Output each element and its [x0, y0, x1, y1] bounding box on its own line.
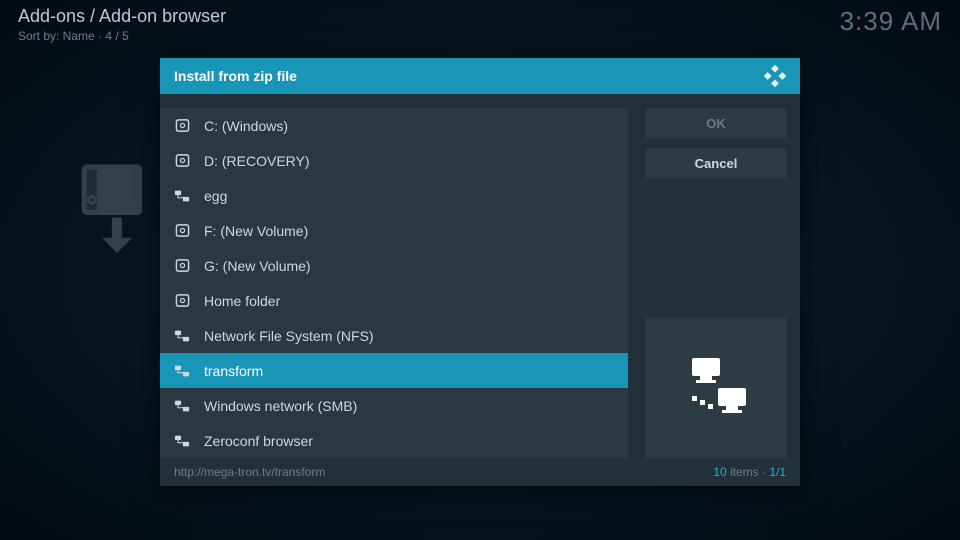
source-row[interactable]: Home folder	[160, 283, 628, 318]
source-row-label: Network File System (NFS)	[204, 328, 374, 344]
drive-icon	[174, 153, 190, 169]
network-icon	[174, 188, 190, 204]
dialog-footer: http://mega-tron.tv/transform 10 items ·…	[160, 458, 800, 486]
source-row[interactable]: D: (RECOVERY)	[160, 143, 628, 178]
dialog-side-pane: OK Cancel	[646, 108, 786, 458]
source-row[interactable]: F: (New Volume)	[160, 213, 628, 248]
source-row[interactable]: egg	[160, 178, 628, 213]
preview-network-icon	[646, 318, 786, 458]
drive-icon	[174, 118, 190, 134]
source-row[interactable]: G: (New Volume)	[160, 248, 628, 283]
source-row-label: Windows network (SMB)	[204, 398, 357, 414]
source-row[interactable]: transform	[160, 353, 628, 388]
install-from-zip-dialog: Install from zip file C: (Windows) D: (RE…	[160, 58, 800, 486]
footer-count: 10 items · 1/1	[713, 465, 786, 479]
footer-path: http://mega-tron.tv/transform	[174, 465, 325, 479]
source-row-label: transform	[204, 363, 263, 379]
dialog-header: Install from zip file	[160, 58, 800, 94]
network-icon	[174, 363, 190, 379]
network-icon	[174, 433, 190, 449]
source-row-label: egg	[204, 188, 227, 204]
source-row-label: Home folder	[204, 293, 280, 309]
cancel-button[interactable]: Cancel	[646, 148, 786, 178]
source-row-label: Zeroconf browser	[204, 433, 313, 449]
breadcrumb: Add-ons / Add-on browser	[18, 6, 226, 27]
clock: 3:39 AM	[840, 6, 942, 37]
source-row[interactable]: Zeroconf browser	[160, 423, 628, 458]
source-row[interactable]: Windows network (SMB)	[160, 388, 628, 423]
sort-indicator: Sort by: Name · 4 / 5	[18, 29, 226, 43]
source-row[interactable]: C: (Windows)	[160, 108, 628, 143]
source-row[interactable]: Network File System (NFS)	[160, 318, 628, 353]
source-row-label: C: (Windows)	[204, 118, 288, 134]
zip-download-icon	[78, 162, 156, 258]
network-icon	[174, 398, 190, 414]
drive-icon	[174, 293, 190, 309]
ok-button[interactable]: OK	[646, 108, 786, 138]
drive-icon	[174, 258, 190, 274]
source-row-label: G: (New Volume)	[204, 258, 311, 274]
source-list: C: (Windows) D: (RECOVERY) egg F: (New Volu…	[160, 108, 628, 458]
drive-icon	[174, 223, 190, 239]
dialog-title: Install from zip file	[174, 68, 297, 84]
source-row-label: D: (RECOVERY)	[204, 153, 310, 169]
kodi-logo-icon	[764, 65, 786, 87]
network-icon	[174, 328, 190, 344]
source-row-label: F: (New Volume)	[204, 223, 308, 239]
